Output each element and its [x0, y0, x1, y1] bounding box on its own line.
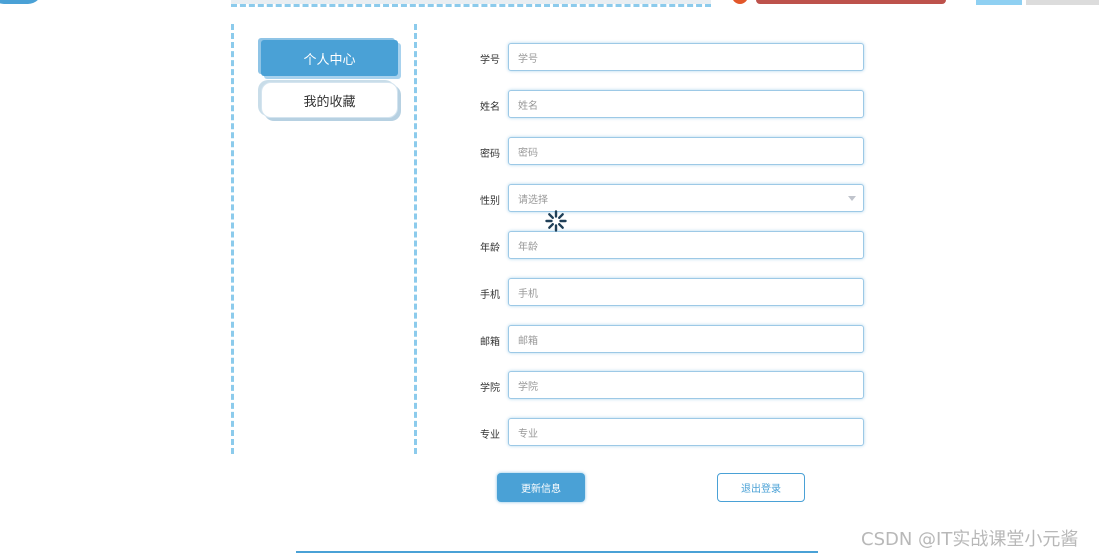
header-dashed-border — [231, 4, 711, 9]
field-label: 邮箱 — [480, 336, 500, 348]
field-label: 性别 — [480, 195, 500, 207]
update-info-button[interactable]: 更新信息 — [497, 473, 585, 502]
form-row-major: 专业 专业 — [462, 418, 872, 448]
logo-banner — [756, 0, 946, 4]
sidebar: 个人中心 我的收藏 — [231, 24, 417, 454]
gender-select-placeholder: 请选择 — [518, 194, 548, 206]
name-input[interactable]: 姓名 — [508, 90, 864, 118]
sidebar-item-profile[interactable]: 个人中心 — [261, 40, 398, 76]
footer-divider — [296, 551, 818, 553]
phone-input[interactable]: 手机 — [508, 278, 864, 306]
password-input[interactable]: 密码 — [508, 137, 864, 165]
form-row-college: 学院 学院 — [462, 371, 872, 401]
form-row-age: 年龄 年龄 — [462, 231, 872, 261]
field-label: 专业 — [480, 429, 500, 441]
chevron-down-icon[interactable] — [848, 196, 856, 201]
logout-button[interactable]: 退出登录 — [717, 473, 805, 502]
form-row-name: 姓名 姓名 — [462, 90, 872, 120]
form-row-phone: 手机 手机 — [462, 278, 872, 308]
field-label: 学院 — [480, 382, 500, 394]
age-input[interactable]: 年龄 — [508, 231, 864, 259]
logo-icon — [732, 0, 748, 4]
field-label: 学号 — [480, 54, 500, 66]
top-left-decoration — [0, 0, 42, 4]
loading-spinner-icon — [545, 210, 567, 232]
gender-select[interactable]: 请选择 — [508, 184, 864, 212]
field-label: 密码 — [480, 148, 500, 160]
student-id-input[interactable]: 学号 — [508, 43, 864, 71]
field-label: 年龄 — [480, 242, 500, 254]
field-label: 手机 — [480, 289, 500, 301]
email-input[interactable]: 邮箱 — [508, 325, 864, 353]
sidebar-item-favorites[interactable]: 我的收藏 — [261, 82, 398, 118]
form-row-password: 密码 密码 — [462, 137, 872, 167]
top-tab-active[interactable] — [976, 0, 1022, 5]
form-row-email: 邮箱 邮箱 — [462, 325, 872, 355]
college-input[interactable]: 学院 — [508, 371, 864, 399]
form-row-gender: 性别 请选择 — [462, 184, 872, 214]
field-label: 姓名 — [480, 101, 500, 113]
major-input[interactable]: 专业 — [508, 418, 864, 446]
form-row-student-id: 学号 学号 — [462, 43, 872, 73]
top-tab[interactable] — [1026, 0, 1099, 5]
watermark-text: CSDN @IT实战课堂小元酱 — [861, 529, 1079, 550]
